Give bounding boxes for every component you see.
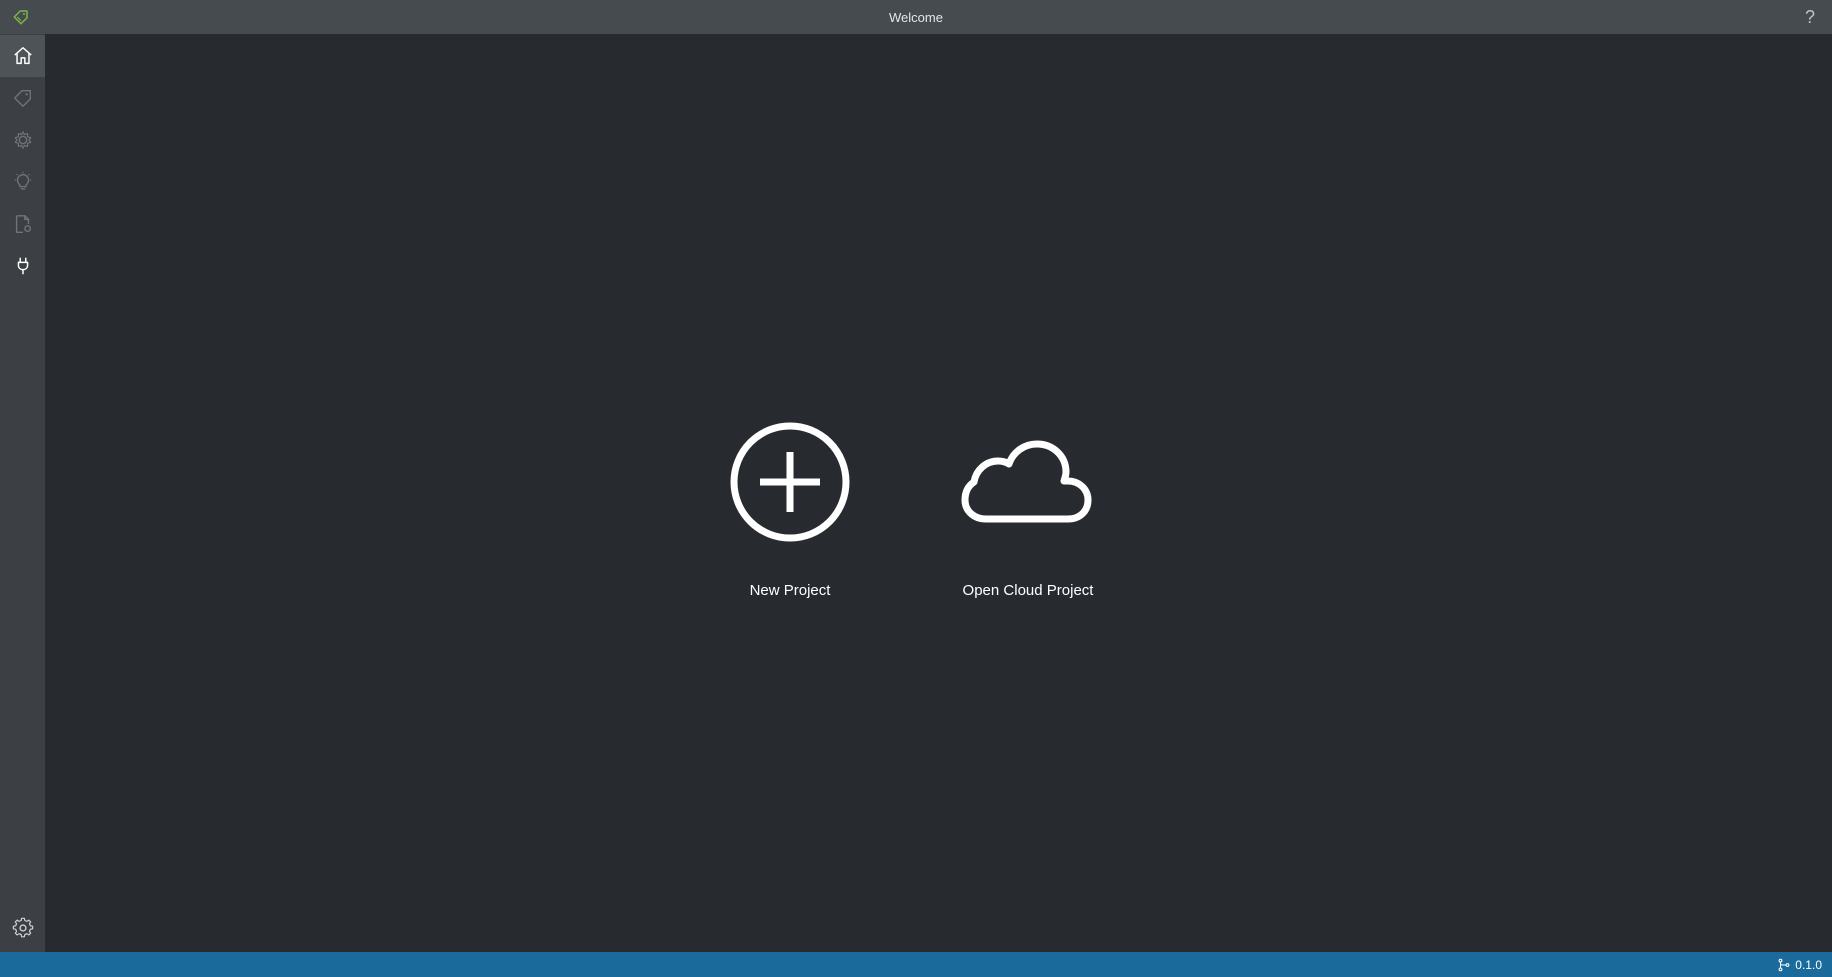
lightbulb-icon	[14, 171, 31, 190]
tag-icon	[13, 89, 31, 107]
sidebar-item-export[interactable]	[0, 203, 45, 245]
open-cloud-project-button[interactable]: Open Cloud Project	[953, 420, 1103, 599]
home-icon	[13, 47, 32, 65]
gear-icon	[12, 917, 33, 938]
plus-circle-icon	[730, 422, 850, 542]
sidebar-item-settings-sync[interactable]	[0, 119, 45, 161]
new-project-label: New Project	[749, 582, 831, 599]
welcome-main: New Project Open Cloud Project	[45, 34, 1832, 952]
title-bar: Welcome ?	[0, 0, 1832, 34]
sidebar-item-connections[interactable]	[0, 245, 45, 287]
branch-icon	[1778, 958, 1790, 971]
plug-icon	[17, 257, 28, 275]
status-bar: 0.1.0	[0, 952, 1832, 977]
sidebar-item-active-learning[interactable]	[0, 161, 45, 203]
sidebar-item-home[interactable]	[0, 35, 45, 77]
cloud-icon	[961, 440, 1092, 523]
sidebar-item-settings[interactable]	[0, 907, 45, 949]
gear-star-icon	[14, 131, 31, 149]
window-title: Welcome	[889, 9, 943, 25]
app-logo-tag-icon	[12, 8, 30, 26]
open-cloud-project-label: Open Cloud Project	[962, 582, 1094, 599]
version-text: 0.1.0	[1795, 957, 1822, 972]
app-window: Welcome ? New Project Open Cloud Project…	[0, 0, 1832, 977]
new-project-button[interactable]: New Project	[723, 420, 857, 599]
document-gear-icon	[15, 215, 31, 233]
sidebar-item-tags[interactable]	[0, 77, 45, 119]
version-indicator: 0.1.0	[1777, 958, 1822, 972]
help-button[interactable]: ?	[1800, 6, 1820, 28]
sidebar	[0, 34, 45, 952]
